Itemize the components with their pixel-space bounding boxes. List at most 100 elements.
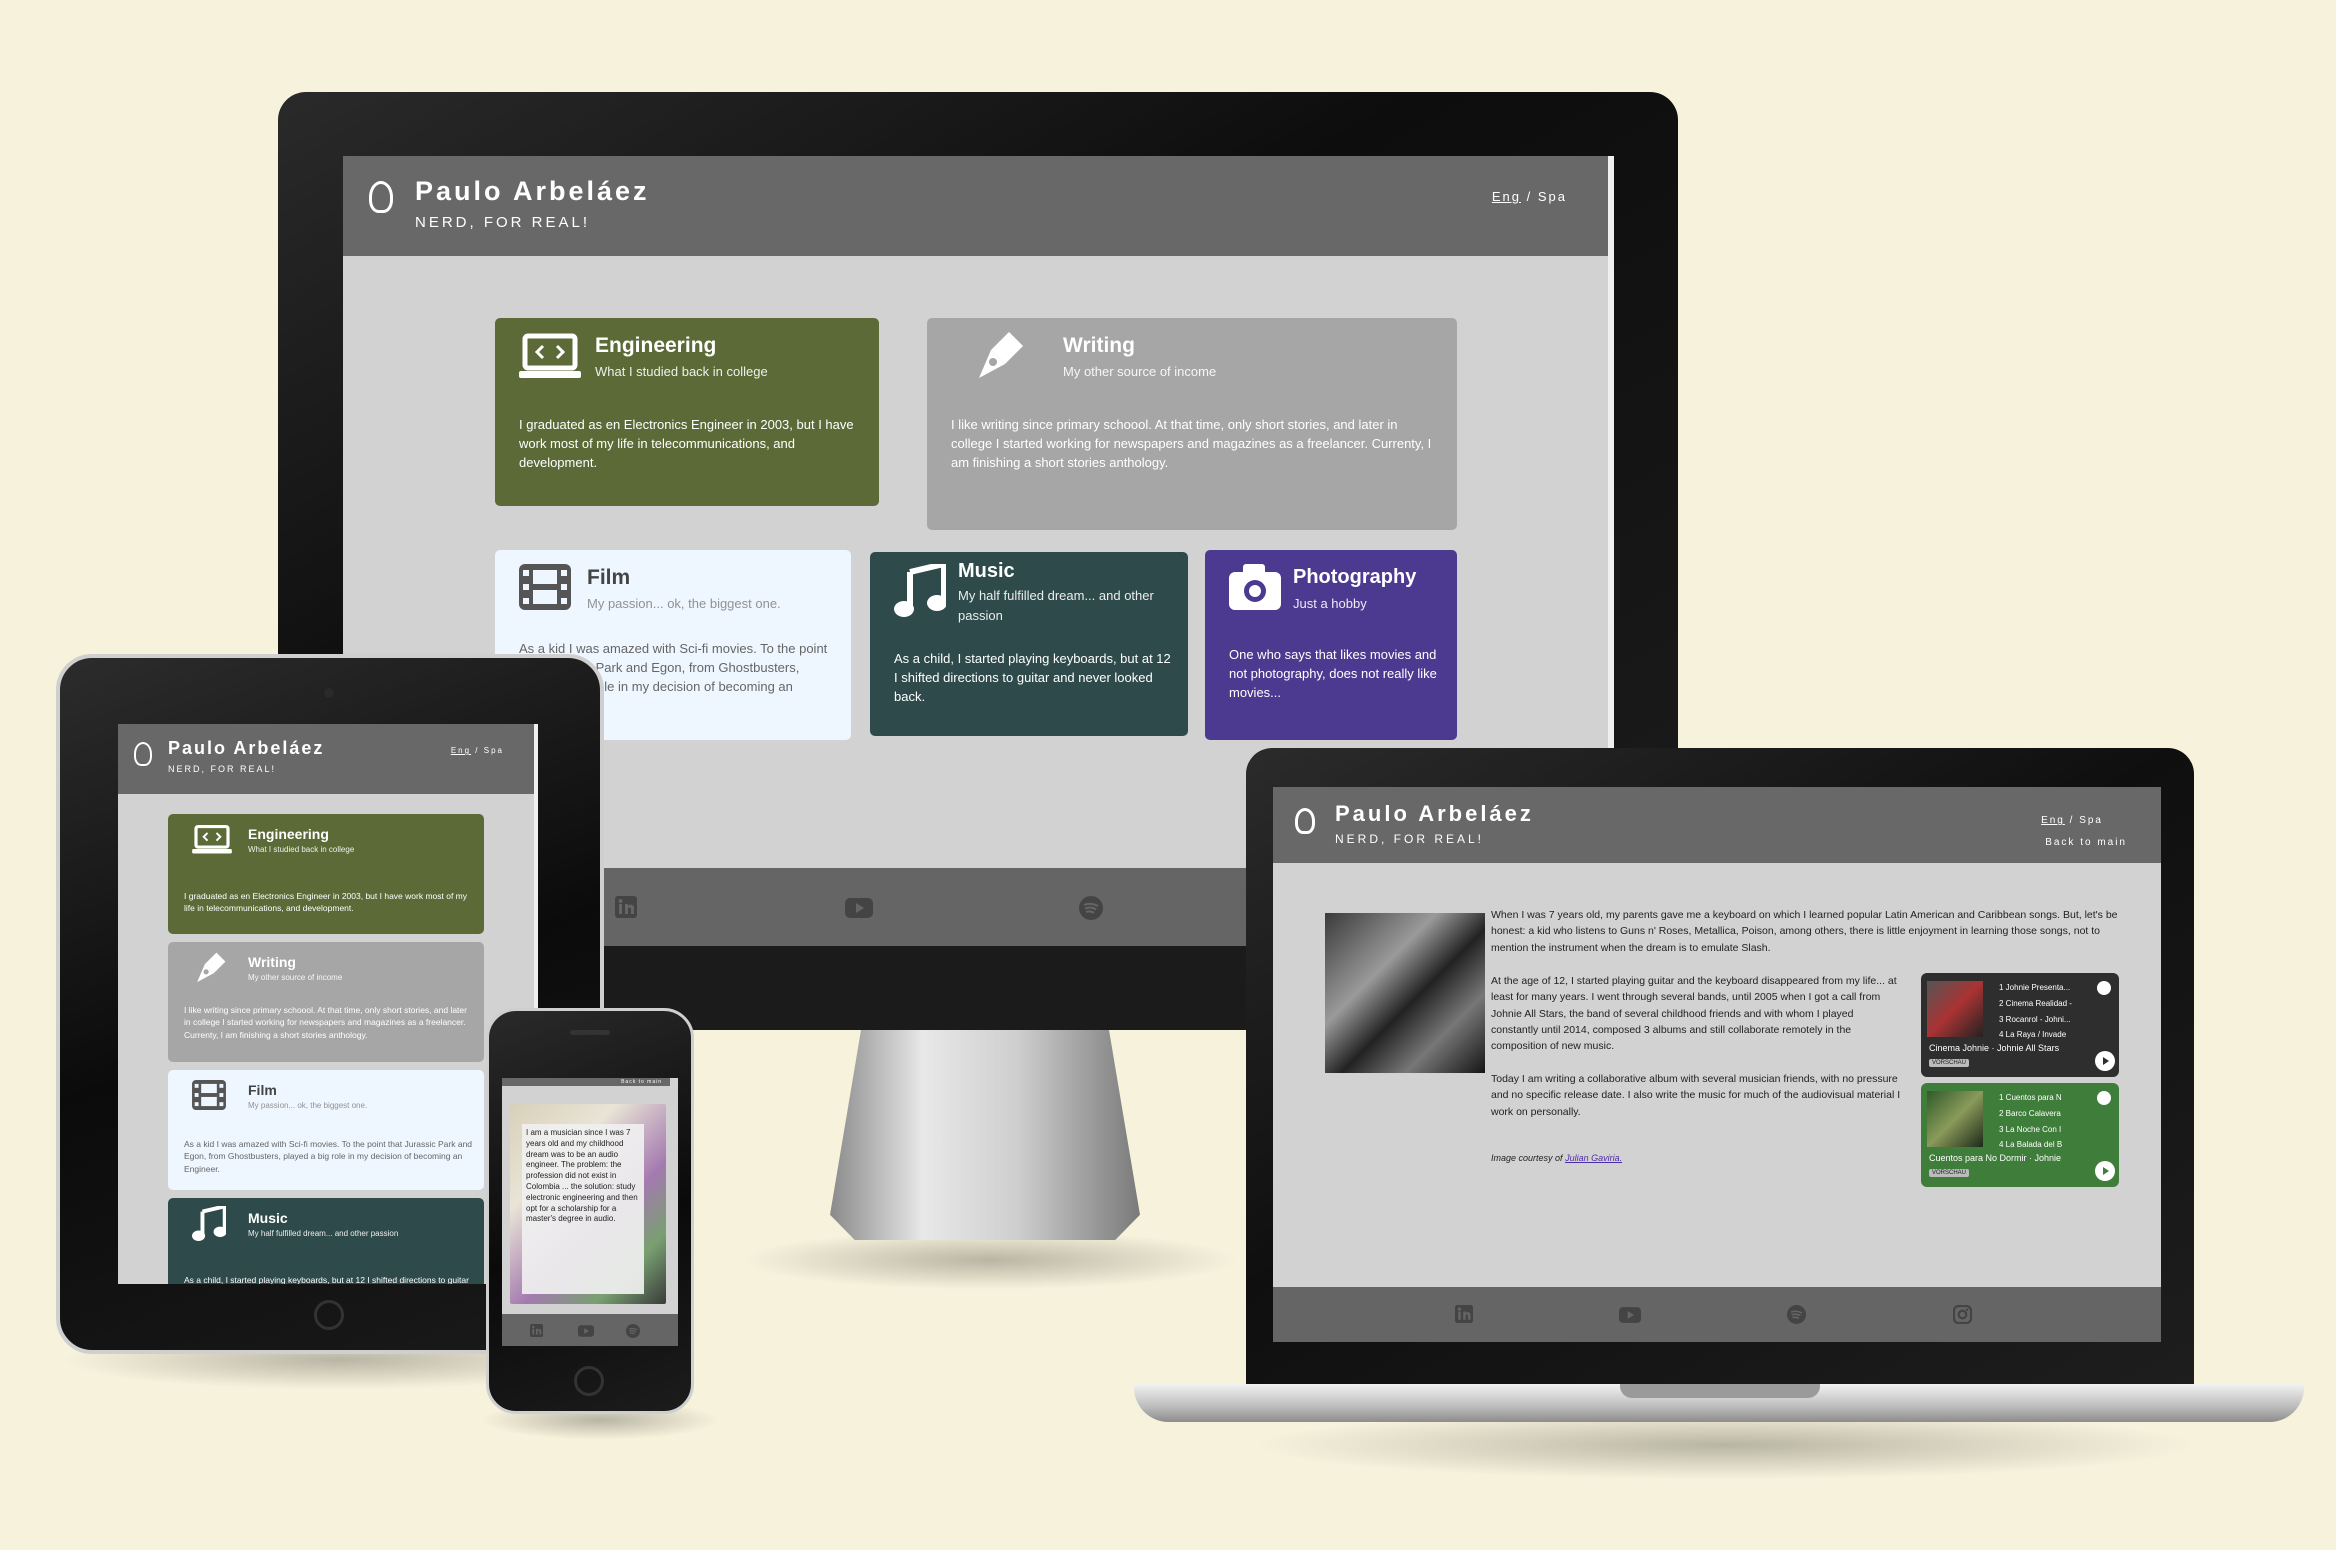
monitor-stand xyxy=(830,1030,1140,1240)
track-2[interactable]: 2 Cinema Realidad - xyxy=(1999,999,2072,1008)
music-icon xyxy=(894,564,946,617)
card-photography[interactable]: Photography Just a hobby One who says th… xyxy=(1205,550,1457,740)
film-icon xyxy=(192,1080,226,1110)
card-film[interactable]: Film My passion... ok, the biggest one. … xyxy=(168,1070,484,1190)
credit-prefix: Image courtesy of xyxy=(1491,1153,1563,1163)
phone-text-box: I am a musician since I was 7 years old … xyxy=(522,1124,644,1294)
lang-eng-link[interactable]: Eng xyxy=(2041,815,2065,826)
brand-name[interactable]: Paulo Arbeláez xyxy=(415,176,650,207)
card-subtitle: My other source of income xyxy=(248,973,343,982)
card-music[interactable]: Music My half fulfilled dream... and oth… xyxy=(870,552,1188,736)
card-body: I like writing since primary schoool. At… xyxy=(951,417,1432,470)
laptop-code-icon xyxy=(519,333,581,378)
lang-separator: / xyxy=(1526,189,1533,204)
back-to-main-link[interactable]: Back to main xyxy=(2045,837,2127,848)
track-3[interactable]: 3 La Noche Con I xyxy=(1999,1125,2061,1134)
card-subtitle: My half fulfilled dream... and other pas… xyxy=(248,1229,399,1238)
track-2[interactable]: 2 Barco Calavera xyxy=(1999,1109,2061,1118)
play-button-icon[interactable] xyxy=(2095,1161,2115,1181)
image-credit: Image courtesy of Julian Gaviria. xyxy=(1491,1153,1622,1163)
lang-eng-link[interactable]: Eng xyxy=(451,746,471,755)
card-body: I like writing since primary schoool. At… xyxy=(184,1005,467,1040)
lang-spa-link[interactable]: Spa xyxy=(1538,189,1567,204)
card-writing[interactable]: Writing My other source of income I like… xyxy=(927,318,1457,530)
music-paragraph-3: Today I am writing a collaborative album… xyxy=(1491,1073,1901,1118)
youtube-icon[interactable] xyxy=(1619,1307,1641,1323)
card-body: As a kid I was amazed with Sci-fi movies… xyxy=(184,1139,473,1174)
lightbulb-icon xyxy=(134,742,152,766)
language-switcher: Eng / Spa xyxy=(451,746,504,755)
site-header: Paulo Arbeláez NERD, FOR REAL! Eng / Spa xyxy=(118,724,538,794)
brand-name[interactable]: Paulo Arbeláez xyxy=(168,738,324,759)
site-header: Paulo Arbeláez NERD, FOR REAL! Eng / Spa… xyxy=(1273,787,2161,863)
linkedin-icon[interactable] xyxy=(615,896,637,918)
music-paragraph-2: At the age of 12, I started playing guit… xyxy=(1491,975,1897,1053)
spotify-icon[interactable] xyxy=(626,1324,640,1338)
lang-eng-link[interactable]: Eng xyxy=(1492,189,1521,204)
card-body: As a child, I started playing keyboards,… xyxy=(894,651,1171,704)
tagline: NERD, FOR REAL! xyxy=(415,214,591,231)
site-footer xyxy=(502,1314,678,1346)
band-photo xyxy=(1325,913,1485,1073)
track-4[interactable]: 4 La Raya / Invade xyxy=(1999,1030,2066,1039)
instagram-icon[interactable] xyxy=(1953,1305,1972,1324)
laptop-code-icon xyxy=(192,824,232,854)
card-engineering[interactable]: Engineering What I studied back in colle… xyxy=(168,814,484,934)
album-cover xyxy=(1927,1091,1983,1147)
brand-name[interactable]: Paulo Arbeláez xyxy=(1335,801,1534,827)
card-subtitle: My other source of income xyxy=(1063,364,1217,379)
spotify-player-2[interactable]: 1 Cuentos para N 2 Barco Calavera 3 La N… xyxy=(1921,1083,2119,1187)
card-body: As a child, I started playing keyboards,… xyxy=(184,1275,469,1284)
lang-spa-link[interactable]: Spa xyxy=(2079,815,2103,826)
phone-home-button[interactable] xyxy=(574,1366,604,1396)
card-title: Writing xyxy=(1063,334,1135,357)
card-title: Photography xyxy=(1293,566,1417,588)
album-cover xyxy=(1927,981,1983,1037)
youtube-icon[interactable] xyxy=(578,1325,594,1337)
phone-screen: Back to main I am a musician since I was… xyxy=(502,1078,678,1346)
tablet-camera xyxy=(324,688,334,698)
player-title: Cuentos para No Dormir · Johnie xyxy=(1929,1153,2062,1163)
phone-speaker xyxy=(570,1030,610,1035)
card-music[interactable]: Music My half fulfilled dream... and oth… xyxy=(168,1198,484,1284)
track-3[interactable]: 3 Rocanrol - Johni... xyxy=(1999,1015,2071,1024)
track-1[interactable]: 1 Cuentos para N xyxy=(1999,1093,2062,1102)
card-subtitle: My passion... ok, the biggest one. xyxy=(248,1101,368,1110)
player-title: Cinema Johnie · Johnie All Stars xyxy=(1929,1043,2060,1053)
card-title: Film xyxy=(587,566,631,589)
language-switcher: Eng / Spa xyxy=(1492,189,1567,204)
card-writing[interactable]: Writing My other source of income I like… xyxy=(168,942,484,1062)
linkedin-icon[interactable] xyxy=(1455,1305,1473,1323)
linkedin-icon[interactable] xyxy=(530,1324,543,1337)
back-to-main-link[interactable]: Back to main xyxy=(502,1078,670,1086)
tablet-screen: Paulo Arbeláez NERD, FOR REAL! Eng / Spa… xyxy=(118,724,538,1284)
spotify-icon[interactable] xyxy=(1079,896,1103,920)
tagline: NERD, FOR REAL! xyxy=(1335,832,1485,846)
card-engineering[interactable]: Engineering What I studied back in colle… xyxy=(495,318,879,506)
card-title: Music xyxy=(248,1210,288,1226)
card-title: Writing xyxy=(248,954,296,970)
preview-badge: VORSCHAU xyxy=(1929,1059,1970,1067)
lang-spa-link[interactable]: Spa xyxy=(484,746,504,755)
language-switcher: Eng / Spa xyxy=(2041,815,2103,826)
track-1[interactable]: 1 Johnie Presenta... xyxy=(1999,983,2070,992)
credit-link[interactable]: Julian Gaviria. xyxy=(1565,1153,1622,1163)
play-button-icon[interactable] xyxy=(2095,1051,2115,1071)
spotify-player-1[interactable]: 1 Johnie Presenta... 2 Cinema Realidad -… xyxy=(1921,973,2119,1077)
tablet-home-button[interactable] xyxy=(314,1300,344,1330)
youtube-icon[interactable] xyxy=(845,898,873,918)
laptop-screen: Paulo Arbeláez NERD, FOR REAL! Eng / Spa… xyxy=(1273,787,2161,1342)
spotify-icon[interactable] xyxy=(1787,1305,1806,1324)
spotify-logo-icon xyxy=(2097,981,2111,995)
preview-badge: VORSCHAU xyxy=(1929,1169,1970,1177)
track-4[interactable]: 4 La Balada del B xyxy=(1999,1140,2062,1149)
card-title: Engineering xyxy=(595,334,717,357)
card-title: Music xyxy=(958,560,1015,582)
site-footer xyxy=(1273,1287,2161,1342)
card-body: I graduated as en Electronics Engineer i… xyxy=(519,417,854,470)
card-subtitle: My half fulfilled dream... and other pas… xyxy=(958,588,1154,624)
music-paragraph-1: When I was 7 years old, my parents gave … xyxy=(1491,909,2118,954)
card-subtitle: What I studied back in college xyxy=(248,845,355,854)
film-icon xyxy=(519,564,571,610)
card-body: I graduated as en Electronics Engineer i… xyxy=(184,891,468,914)
